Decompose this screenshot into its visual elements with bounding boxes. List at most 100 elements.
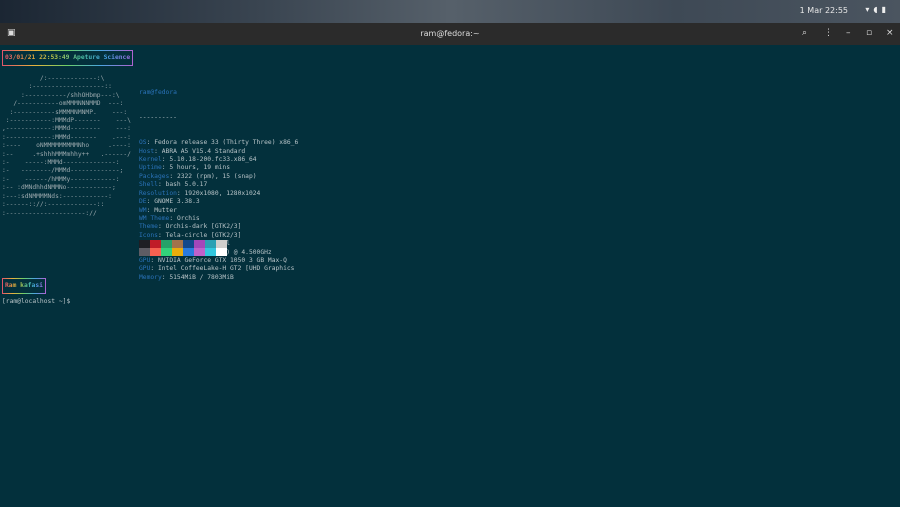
color-swatch [172,248,183,256]
ascii-line: :---:sdNMMMMNds:------------: [2,192,112,200]
color-swatch [183,240,194,248]
info-key: Host [139,147,155,155]
info-value: GNOME 3.38.3 [154,198,200,206]
maximize-button[interactable]: ▫ [866,28,872,38]
info-value: 1920x1080, 1280x1024 [184,189,261,197]
ascii-line: :- --------/MMMd-------------; [2,167,124,175]
shell-prompt[interactable]: [ram@localhost ~]$ [2,298,70,306]
info-key: Kernel [139,156,162,164]
info-line: Icons: Tela-circle [GTK2/3] [139,231,242,239]
info-value: 5.10.18-200.fc33.x86_64 [169,156,257,164]
info-key: Packages [139,172,170,180]
color-swatch [139,248,150,256]
color-swatch [172,240,183,248]
color-swatch [150,240,161,248]
battery-icon: ▮ [881,5,890,14]
color-swatch [161,240,172,248]
info-line: OS: Fedora release 33 (Thirty Three) x86… [139,139,299,147]
info-line: Shell: bash 5.0.17 [139,181,208,189]
ascii-line: :---- oNMMMMMMMMMNho .----: [2,142,131,150]
neofetch-info: ram@fedora ---------- OS: Fedora release… [139,72,298,299]
close-button[interactable]: × [886,28,894,38]
info-value: NVIDIA GeForce GTX 1050 3 GB Max-Q [157,256,287,264]
info-value: Mutter [154,206,177,214]
info-line: Theme: Orchis-dark [GTK2/3] [139,223,242,231]
info-value: Orchis-dark [GTK2/3] [165,223,242,231]
clock[interactable]: 1 Mar 22:55 [800,6,848,15]
volume-icon: ◖ [873,5,882,14]
ascii-line: ,------------:MMMd-------- ---: [2,125,131,133]
user-host: ram@fedora [139,88,177,96]
info-line: GPU: Intel CoffeeLake-H GT2 [UHD Graphic… [139,265,295,273]
ascii-line: :-- .+shhhMMMmhhy++ .------/ [2,150,131,158]
ascii-line: :-------------------:: [2,83,112,91]
color-swatch [139,240,150,248]
info-line: Memory: 5154MiB / 7803MiB [139,273,234,281]
info-key: Shell [139,181,158,189]
ascii-line: :------------:MMMd------- .---: [2,133,131,141]
info-line: WM: Mutter [139,206,177,214]
info-value: Intel CoffeeLake-H GT2 [UHD Graphics [157,265,295,273]
info-line: DE: GNOME 3.38.3 [139,198,200,206]
terminal-titlebar: ▣ ram@fedora:~ ⌕ ⋮ – ▫ × [0,23,900,45]
name-banner-text: Ram kafasi [5,282,43,289]
system-tray[interactable]: ▾◖▮ [865,5,890,14]
info-key: Icons [139,231,158,239]
color-palette [139,240,227,256]
info-key: DE [139,198,147,206]
ascii-line: :------:://:-------------:: [2,201,105,209]
color-swatch [150,248,161,256]
color-swatch [183,248,194,256]
info-value: ABRA A5 V15.4 Standard [161,147,246,155]
info-line: WM Theme: Orchis [139,214,200,222]
info-line: Kernel: 5.10.18-200.fc33.x86_64 [139,156,257,164]
info-key: Theme [139,223,158,231]
color-swatch [194,248,205,256]
separator: ---------- [139,114,177,122]
info-key: GPU [139,256,151,264]
color-swatch [205,248,216,256]
minimize-button[interactable]: – [846,28,851,38]
clock-time: 22:55 [824,6,848,15]
info-key: WM [139,206,147,214]
ascii-line: :-- :dMNdhhdNMMNo------------; [2,184,116,192]
info-key: OS [139,139,147,147]
window-title: ram@fedora:~ [420,29,480,38]
date-banner-text: 03/01/21 22:53:49 Apeture Science [5,54,131,61]
info-value: Tela-circle [GTK2/3] [165,231,242,239]
menu-icon[interactable]: ⋮ [824,28,833,38]
terminal-area[interactable]: 03/01/21 22:53:49 Apeture Science /:----… [0,45,900,507]
ascii-line: :-----------:MMMdP------- ---\ [2,117,131,125]
info-value: 2322 (rpm), 15 (snap) [176,172,257,180]
info-line: Resolution: 1920x1080, 1280x1024 [139,189,261,197]
info-key: GPU [139,265,151,273]
search-icon[interactable]: ⌕ [802,28,807,38]
color-swatch [216,248,227,256]
date-banner: 03/01/21 22:53:49 Apeture Science [2,50,134,67]
info-key: Resolution [139,189,177,197]
color-swatch [161,248,172,256]
ascii-line: :- -----:MMMd--------------: [2,159,120,167]
info-value: 5 hours, 19 mins [169,164,231,172]
ascii-line: :-----------/shhOHbmp---:\ [2,91,120,99]
ascii-line: :- ------/hMMMy------------: [2,175,120,183]
info-value: bash 5.0.17 [165,181,208,189]
top-bar: 1 Mar 22:55 ▾◖▮ [0,0,900,23]
info-value: Orchis [176,214,200,222]
info-line: GPU: NVIDIA GeForce GTX 1050 3 GB Max-Q [139,256,287,264]
color-swatch [205,240,216,248]
info-key: Memory [139,273,162,281]
color-swatch [216,240,227,248]
info-line: Uptime: 5 hours, 19 mins [139,164,231,172]
clock-date: 1 Mar [799,6,823,15]
info-value: 5154MiB / 7803MiB [169,273,234,281]
ascii-line: :---------------------:// [2,209,97,217]
ascii-line: :-----------sMMMMNMNMP. ---: [2,108,128,116]
ascii-line: /:-------------:\ [2,75,105,82]
info-line: Host: ABRA A5 V15.4 Standard [139,147,246,155]
ascii-line: /-----------omMMMNNNMMD ---: [2,100,124,108]
color-swatch [194,240,205,248]
fedora-ascii-logo: /:-------------:\ :-------------------::… [2,75,131,218]
info-line: Packages: 2322 (rpm), 15 (snap) [139,172,257,180]
info-key: WM Theme [139,214,170,222]
